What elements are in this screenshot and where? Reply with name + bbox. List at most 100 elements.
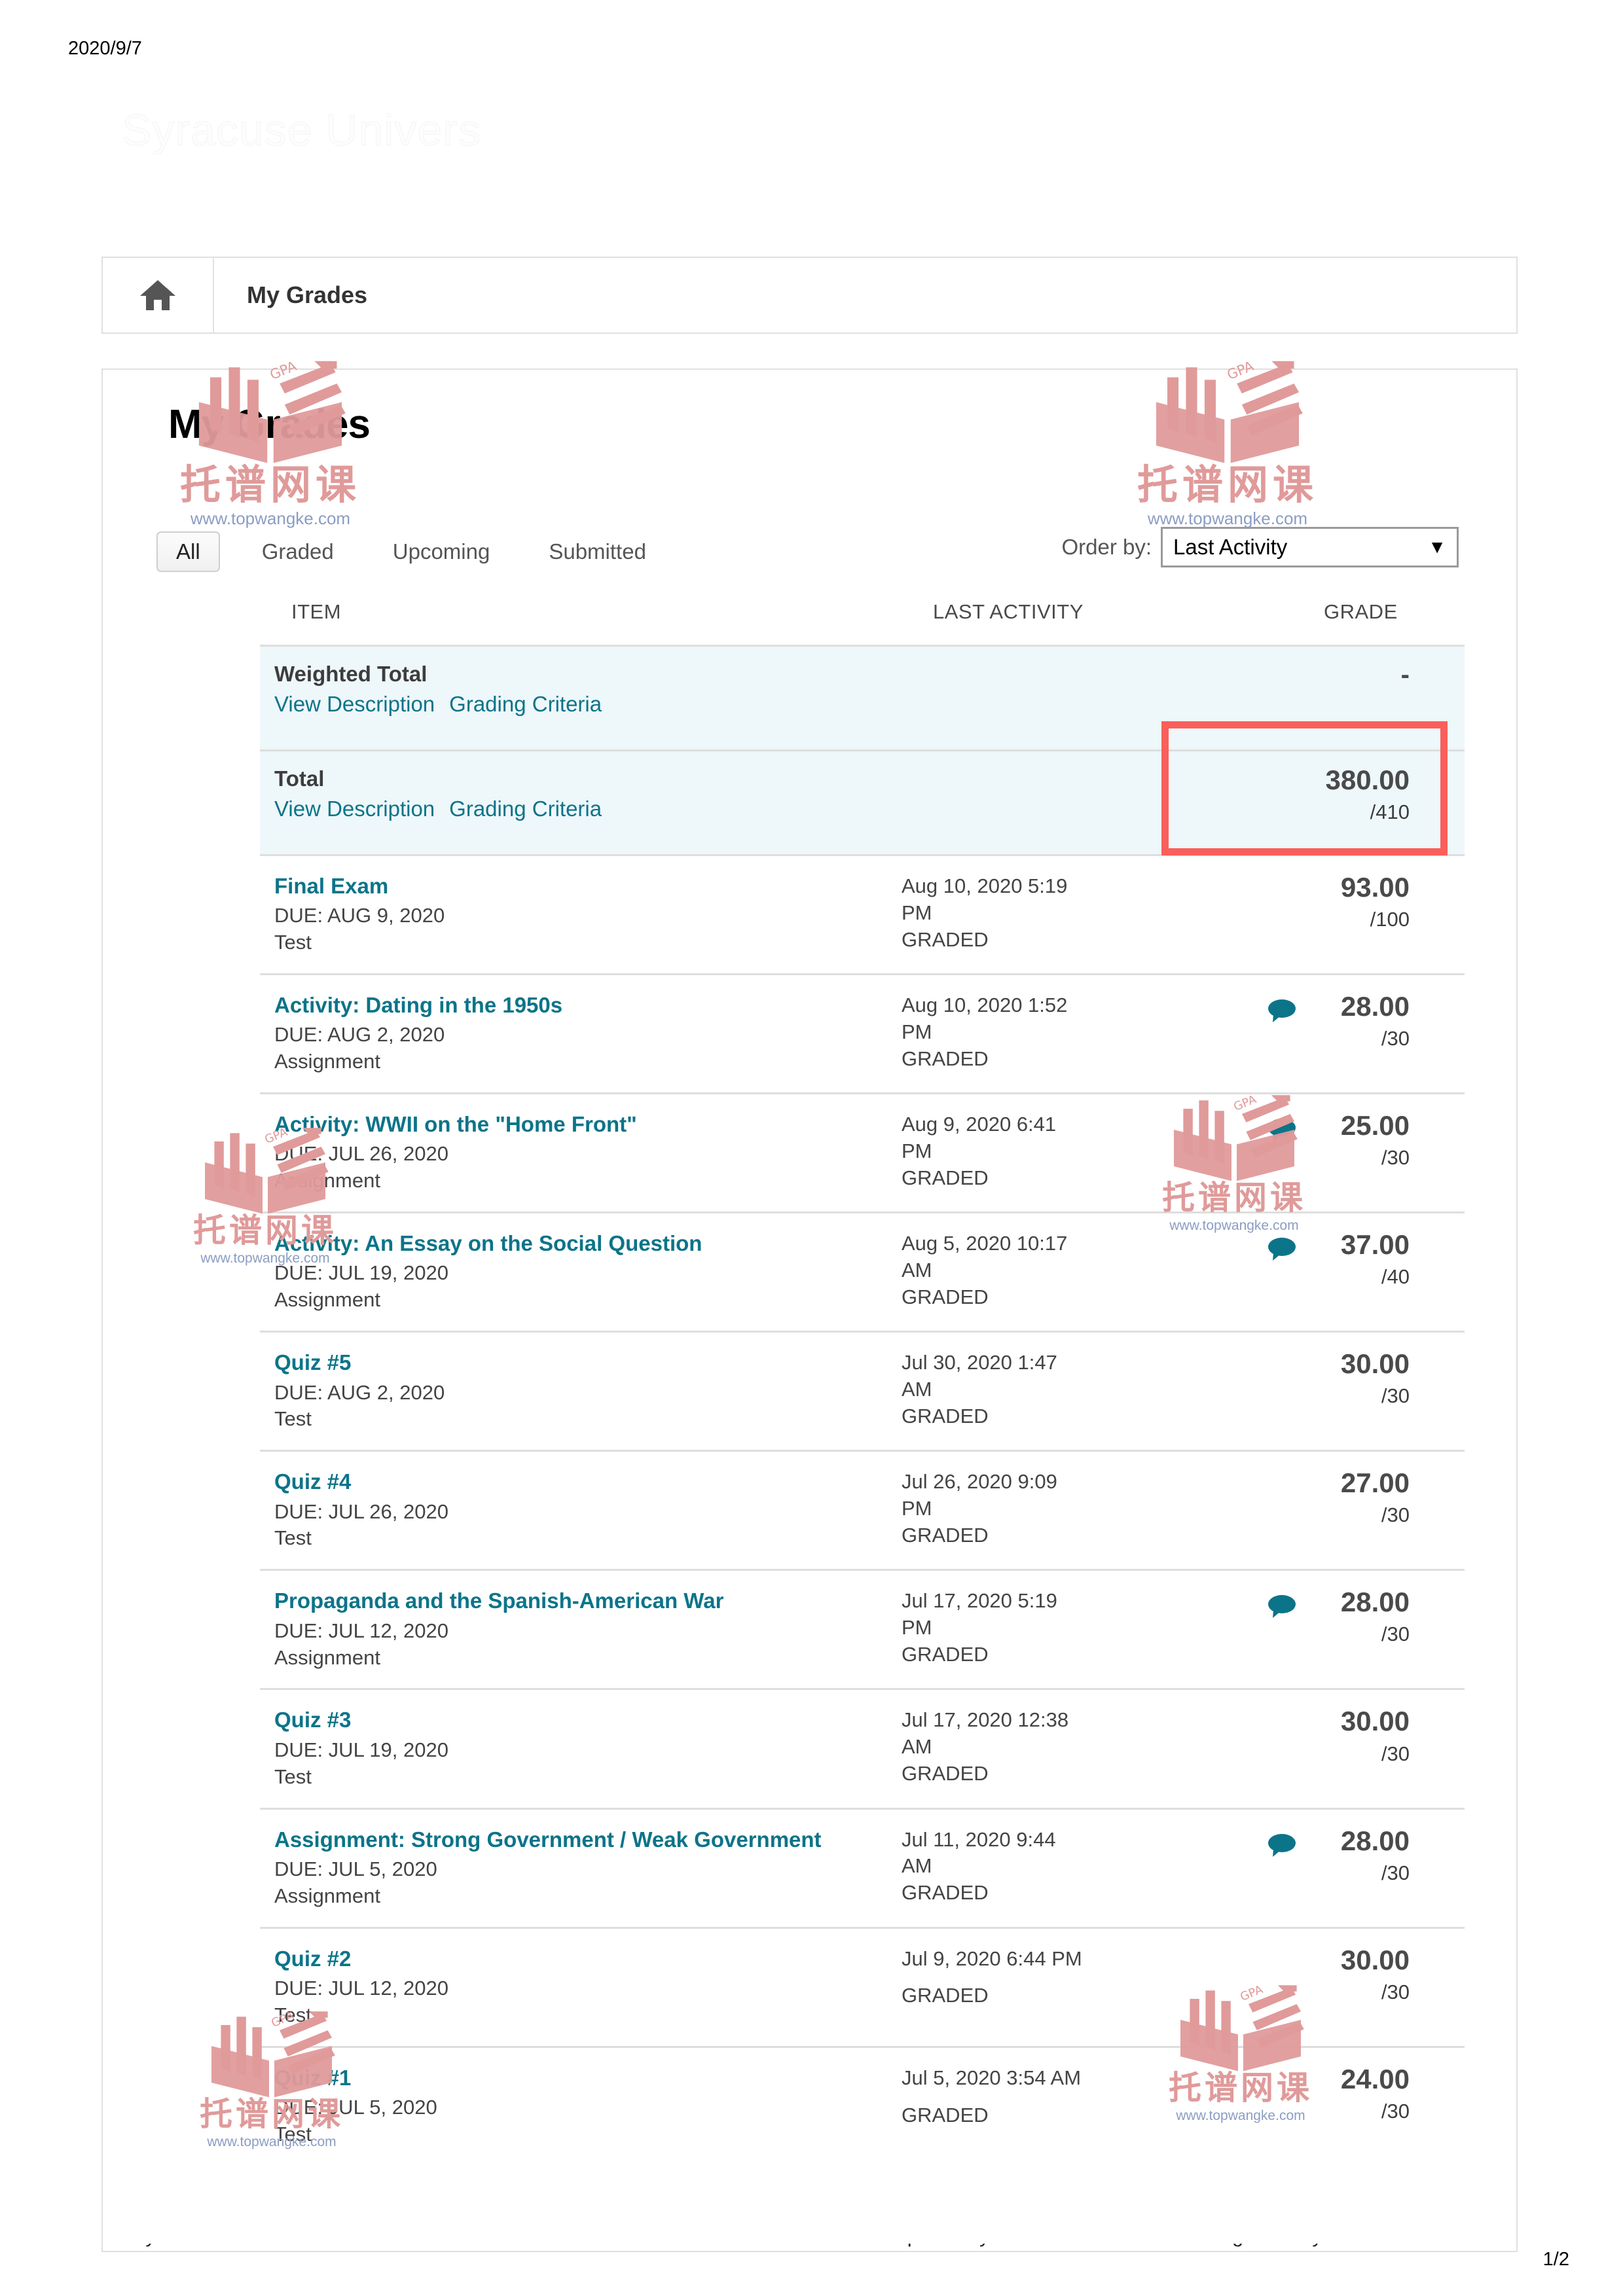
table-row: Quiz #5 DUE: AUG 2, 2020 Test Jul 30, 2020 … [260, 1331, 1465, 1450]
cell-grade: 28.00/30 [1268, 992, 1463, 1075]
grading-criteria-link[interactable]: Grading Criteria [449, 797, 602, 821]
item-type: Test [274, 2122, 312, 2145]
home-icon [139, 278, 177, 313]
item-due-date: DUE: AUG 2, 2020 [274, 1023, 445, 1047]
activity-status: GRADED [902, 1285, 989, 1308]
home-button[interactable] [103, 258, 214, 332]
tab-graded[interactable]: Graded [245, 533, 351, 571]
comment-bubble-icon[interactable] [1267, 1594, 1297, 1619]
table-row: Propaganda and the Spanish-American War D… [260, 1569, 1465, 1688]
tab-all[interactable]: All [156, 531, 220, 572]
item-link[interactable]: Final Exam [274, 873, 902, 899]
comment-bubble-icon[interactable] [1267, 999, 1297, 1024]
breadcrumb-title: My Grades [247, 281, 368, 308]
item-link[interactable]: Quiz #4 [274, 1469, 902, 1495]
cell-item: Quiz #2 DUE: JUL 12, 2020 Test [260, 1946, 902, 2029]
activity-status: GRADED [902, 1166, 989, 1189]
item-type: Test [274, 1765, 312, 1788]
grade-out-of: /100 [1370, 908, 1410, 931]
item-link[interactable]: Propaganda and the Spanish-American War [274, 1588, 902, 1614]
item-due-date: DUE: JUL 12, 2020 [274, 1619, 448, 1642]
item-due-date: DUE: JUL 5, 2020 [274, 1857, 437, 1880]
item-link[interactable]: Activity: WWII on the "Home Front" [274, 1111, 902, 1138]
item-type: Test [274, 1526, 312, 1550]
item-link[interactable]: Assignment: Strong Government / Weak Gov… [274, 1827, 902, 1853]
page-title: My Grades [168, 402, 371, 447]
activity-status: GRADED [902, 1762, 989, 1785]
comment-bubble-icon[interactable] [1267, 1118, 1297, 1143]
cell-item: Final Exam DUE: AUG 9, 2020 Test [260, 873, 902, 956]
tab-submitted[interactable]: Submitted [532, 533, 663, 571]
item-link[interactable]: Activity: Dating in the 1950s [274, 992, 902, 1018]
cell-item: Quiz #4 DUE: JUL 26, 2020 Test [260, 1469, 902, 1552]
activity-timestamp: Aug 10, 2020 1:52 PM [902, 994, 1068, 1043]
item-type: Assignment [274, 1645, 380, 1669]
grade-out-of: /30 [1381, 1623, 1410, 1646]
activity-status: GRADED [902, 1984, 989, 2007]
grade-out-of: /410 [1370, 800, 1410, 824]
item-link[interactable]: Quiz #5 [274, 1350, 902, 1376]
column-header-last-activity: LAST ACTIVITY [933, 600, 1084, 623]
cell-grade: 93.00/100 [1268, 872, 1463, 956]
activity-timestamp: Jul 17, 2020 12:38 AM [902, 1708, 1069, 1759]
cell-item: Quiz #1 DUE: JUL 5, 2020 Test [260, 2065, 902, 2148]
order-by-value: Last Activity [1173, 535, 1288, 559]
item-type: Assignment [274, 1169, 380, 1193]
column-header-item: ITEM [291, 600, 342, 623]
item-type: Assignment [274, 1884, 380, 1907]
item-due-date: DUE: JUL 5, 2020 [274, 2095, 437, 2119]
table-row: Total View Description Grading Criteria 380… [260, 749, 1465, 854]
cell-last-activity: Jul 5, 2020 3:54 AM GRADED [902, 2065, 1268, 2148]
footer-cut-text: Anonymous Access - Not available Grades … [0, 2244, 1623, 2255]
cell-grade: 24.00/30 [1268, 2064, 1463, 2148]
print-date: 2020/9/7 [68, 38, 142, 59]
table-row: Quiz #2 DUE: JUL 12, 2020 Test Jul 9, 2020 … [260, 1926, 1465, 2046]
table-row: Final Exam DUE: AUG 9, 2020 Test Aug 10, 20… [260, 854, 1465, 973]
order-by-select[interactable]: Last Activity ▼ [1161, 527, 1459, 567]
item-link[interactable]: Activity: An Essay on the Social Questio… [274, 1230, 902, 1257]
item-label: Total [274, 766, 325, 791]
my-grades-panel: My Grades All Graded Upcoming Submitted … [101, 368, 1518, 2252]
cell-grade: 37.00/40 [1268, 1230, 1463, 1314]
item-link[interactable]: Quiz #3 [274, 1707, 902, 1733]
table-row: Activity: An Essay on the Social Questio… [260, 1211, 1465, 1331]
table-row: Quiz #1 DUE: JUL 5, 2020 Test Jul 5, 2020 3… [260, 2045, 1465, 2165]
activity-status: GRADED [902, 1524, 989, 1547]
activity-timestamp: Jul 9, 2020 6:44 PM [902, 1946, 1082, 1970]
grade-out-of: /30 [1381, 1742, 1410, 1765]
activity-timestamp: Aug 9, 2020 6:41 PM [902, 1113, 1057, 1163]
order-by-label: Order by: [1061, 535, 1152, 559]
item-due-date: DUE: JUL 12, 2020 [274, 1976, 448, 2000]
activity-status: GRADED [902, 1047, 989, 1070]
comment-bubble-icon[interactable] [1267, 1237, 1297, 1262]
cell-item: Assignment: Strong Government / Weak Gov… [260, 1827, 902, 1910]
view-description-link[interactable]: View Description [274, 797, 435, 821]
grading-criteria-link[interactable]: Grading Criteria [449, 692, 602, 716]
cell-grade: 27.00/30 [1268, 1469, 1463, 1552]
cell-grade: 30.00/30 [1268, 1350, 1463, 1433]
item-label: Weighted Total [274, 662, 428, 686]
item-type: Assignment [274, 1288, 380, 1312]
grade-out-of: /30 [1381, 1861, 1410, 1884]
activity-status: GRADED [902, 1881, 989, 1905]
table-row: Assignment: Strong Government / Weak Gov… [260, 1807, 1465, 1927]
item-links: View Description Grading Criteria [274, 691, 902, 717]
tab-upcoming[interactable]: Upcoming [376, 533, 507, 571]
grade-value: 27.00 [1340, 1467, 1410, 1499]
cell-item: Activity: Dating in the 1950s DUE: AUG 2,… [260, 992, 902, 1075]
cell-last-activity: Aug 5, 2020 10:17 AM GRADED [902, 1230, 1268, 1314]
item-due-date: DUE: JUL 19, 2020 [274, 1261, 448, 1285]
cell-last-activity: Jul 17, 2020 12:38 AM GRADED [902, 1707, 1268, 1790]
item-due-date: DUE: AUG 2, 2020 [274, 1380, 445, 1404]
cell-grade: 25.00/30 [1268, 1111, 1463, 1194]
grade-out-of: /30 [1381, 1146, 1410, 1170]
grade-value: - [1400, 660, 1410, 689]
item-due-date: DUE: AUG 9, 2020 [274, 904, 445, 927]
table-row: Activity: Dating in the 1950s DUE: AUG 2,… [260, 973, 1465, 1092]
comment-bubble-icon[interactable] [1267, 1833, 1297, 1858]
chevron-down-icon: ▼ [1428, 537, 1446, 557]
item-link[interactable]: Quiz #2 [274, 1946, 902, 1972]
view-description-link[interactable]: View Description [274, 692, 435, 716]
item-link[interactable]: Quiz #1 [274, 2065, 902, 2091]
item-type: Test [274, 1407, 312, 1431]
